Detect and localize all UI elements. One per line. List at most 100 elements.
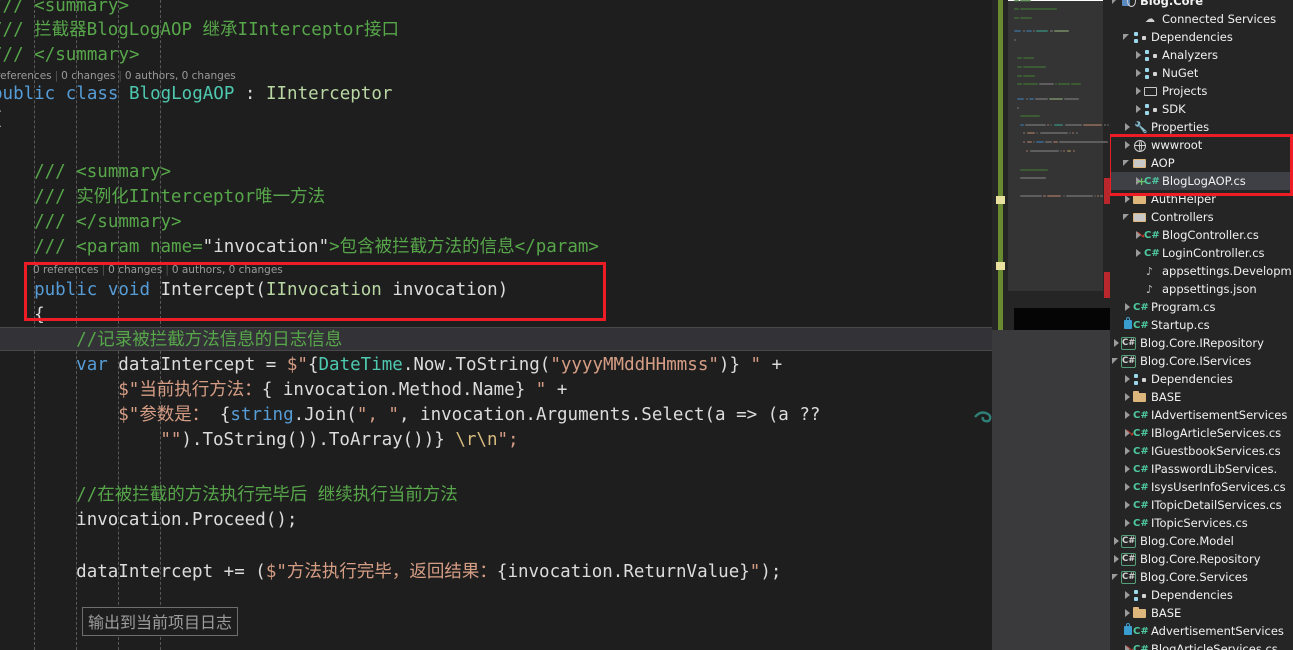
chevron-right-icon[interactable] — [1134, 64, 1143, 82]
codelens-changes[interactable]: 0 changes — [108, 264, 162, 276]
chevron-down-icon[interactable] — [1123, 154, 1132, 172]
tree-item-base[interactable]: BASE — [1110, 388, 1293, 406]
chevron-right-icon[interactable] — [1123, 514, 1132, 532]
code-text-layer[interactable]: /// <summary>/// 拦截器BlogLogAOP 继承IInterc… — [0, 0, 992, 650]
tree-item-dependencies[interactable]: Dependencies — [1110, 370, 1293, 388]
minimap-viewport[interactable] — [1008, 0, 1103, 291]
code-line[interactable]: "").ToString()).ToArray())} \r\n"; — [160, 428, 518, 453]
code-line[interactable]: //在被拦截的方法执行完毕后 继续执行当前方法 — [76, 483, 458, 508]
chevron-right-icon[interactable] — [1123, 118, 1132, 136]
codelens-references[interactable]: 0 references — [0, 70, 52, 82]
tree-item-blog-core-irepository[interactable]: C# Blog.Core.IRepository — [1110, 334, 1293, 352]
chevron-right-icon[interactable] — [1123, 586, 1132, 604]
chevron-right-icon[interactable] — [1123, 406, 1132, 424]
chevron-right-icon[interactable] — [1112, 334, 1121, 352]
tree-item-iguestbookservices-cs[interactable]: C# IGuestbookServices.cs — [1110, 442, 1293, 460]
code-line[interactable]: $"当前执行方法：{ invocation.Method.Name} " + — [118, 378, 567, 403]
tree-item-advertisementservices[interactable]: C# AdvertisementServices — [1110, 622, 1293, 640]
code-line[interactable]: $"参数是： {string.Join(", ", invocation.Arg… — [118, 403, 820, 428]
tree-item-blog-core[interactable]: Blog.Core — [1110, 0, 1293, 10]
tree-item-base[interactable]: BASE — [1110, 604, 1293, 622]
code-line[interactable]: /// <param name="invocation">包含被拦截方法的信息<… — [34, 235, 599, 260]
chevron-right-icon[interactable] — [1134, 100, 1143, 118]
tree-item-wwwroot[interactable]: wwwroot — [1110, 136, 1293, 154]
tree-item-ipasswordlibservices[interactable]: C# IPasswordLibServices. — [1110, 460, 1293, 478]
tree-item-properties[interactable]: 🔧 Properties — [1110, 118, 1293, 136]
tree-item-blogcontroller-cs[interactable]: C# ✓ BlogController.cs — [1110, 226, 1293, 244]
code-line[interactable]: public class BlogLogAOP : IInterceptor — [0, 82, 392, 107]
chevron-right-icon[interactable] — [1112, 532, 1121, 550]
tree-item-sdk[interactable]: SDK — [1110, 100, 1293, 118]
codelens-row[interactable]: 0 references|0 changes|0 authors, 0 chan… — [0, 70, 236, 82]
minimap-panel[interactable] — [992, 0, 1110, 650]
code-line[interactable]: /// </summary> — [0, 43, 140, 68]
chevron-down-icon[interactable] — [1112, 0, 1121, 10]
chevron-down-icon[interactable] — [1123, 208, 1132, 226]
codelens-changes[interactable]: 0 changes — [61, 70, 115, 82]
code-editor[interactable]: /// <summary>/// 拦截器BlogLogAOP 继承IInterc… — [0, 0, 992, 650]
tree-item-startup-cs[interactable]: C# Startup.cs — [1110, 316, 1293, 334]
tree-item-projects[interactable]: Projects — [1110, 82, 1293, 100]
tree-item-blog-core-model[interactable]: C# Blog.Core.Model — [1110, 532, 1293, 550]
chevron-right-icon[interactable] — [1123, 136, 1132, 154]
codelens-authors[interactable]: 0 authors, 0 changes — [125, 70, 236, 82]
tree-item-controllers[interactable]: Controllers — [1110, 208, 1293, 226]
tree-item-logincontroller-cs[interactable]: C# LoginController.cs — [1110, 244, 1293, 262]
chevron-right-icon[interactable] — [1123, 604, 1132, 622]
chevron-right-icon[interactable] — [1123, 460, 1132, 478]
chevron-right-icon[interactable] — [1123, 190, 1132, 208]
code-line[interactable]: /// </summary> — [34, 210, 182, 235]
chevron-down-icon[interactable] — [1123, 28, 1132, 46]
tree-item-blog-core-services[interactable]: C# Blog.Core.Services — [1110, 568, 1293, 586]
code-line[interactable]: var dataIntercept = $"{DateTime.Now.ToSt… — [76, 353, 782, 378]
code-line[interactable]: dataIntercept += ($"方法执行完毕，返回结果：{invocat… — [76, 560, 781, 585]
tree-item-isysuserinfoservices-cs[interactable]: C# IsysUserInfoServices.cs — [1110, 478, 1293, 496]
chevron-right-icon[interactable] — [1134, 244, 1143, 262]
code-token: /// — [0, 45, 24, 65]
tree-item-blogarticleservices-cs[interactable]: C# ✓ BlogArticleServices.cs — [1110, 640, 1293, 650]
tree-item-authhelper[interactable]: AuthHelper — [1110, 190, 1293, 208]
chevron-right-icon[interactable] — [1123, 388, 1132, 406]
chevron-down-icon[interactable] — [1112, 352, 1121, 370]
tree-item-program-cs[interactable]: C# Program.cs — [1110, 298, 1293, 316]
tree-item-bloglogaop-cs[interactable]: C# + BlogLogAOP.cs — [1110, 172, 1293, 190]
codelens-authors[interactable]: 0 authors, 0 changes — [172, 264, 283, 276]
code-line[interactable]: invocation.Proceed(); — [76, 508, 297, 533]
tree-item-appsettings-developm[interactable]: ♪ appsettings.Developm — [1110, 262, 1293, 280]
tree-item-analyzers[interactable]: Analyzers — [1110, 46, 1293, 64]
solution-explorer-panel[interactable]: Blog.Core ☁ Connected Services Dependencies… — [1110, 0, 1293, 650]
chevron-right-icon[interactable] — [1123, 496, 1132, 514]
tree-item-itopicservices-cs[interactable]: C# ITopicServices.cs — [1110, 514, 1293, 532]
code-line[interactable]: { — [0, 107, 3, 132]
chevron-right-icon[interactable] — [1123, 478, 1132, 496]
minimap-code-line — [1064, 124, 1082, 126]
tree-item-itopicdetailservices-cs[interactable]: C# ITopicDetailServices.cs — [1110, 496, 1293, 514]
tree-item-dependencies[interactable]: Dependencies — [1110, 28, 1293, 46]
chevron-right-icon[interactable] — [1134, 46, 1143, 64]
code-line[interactable]: /// <summary> — [0, 0, 129, 19]
chevron-right-icon[interactable] — [1123, 298, 1132, 316]
code-line[interactable]: /// 实例化IInterceptor唯一方法 — [34, 185, 325, 210]
tree-item-iblogarticleservices-cs[interactable]: C# ✓ IBlogArticleServices.cs — [1110, 424, 1293, 442]
tree-item-dependencies[interactable]: Dependencies — [1110, 586, 1293, 604]
chevron-right-icon[interactable] — [1134, 82, 1143, 100]
code-line[interactable]: public void Intercept(IInvocation invoca… — [34, 278, 508, 303]
code-line[interactable]: { — [34, 303, 45, 328]
code-line[interactable]: /// <summary> — [34, 160, 171, 185]
solution-tree[interactable]: Blog.Core ☁ Connected Services Dependencies… — [1110, 0, 1293, 650]
chevron-right-icon[interactable] — [1123, 442, 1132, 460]
chevron-down-icon[interactable] — [1112, 568, 1121, 586]
code-line[interactable]: //记录被拦截方法信息的日志信息 — [76, 328, 342, 353]
tree-item-nuget[interactable]: NuGet — [1110, 64, 1293, 82]
tree-item-blog-core-iservices[interactable]: C# Blog.Core.IServices — [1110, 352, 1293, 370]
tree-item-appsettings-json[interactable]: ♪ appsettings.json — [1110, 280, 1293, 298]
codelens-references[interactable]: 0 references — [33, 264, 99, 276]
codelens-row[interactable]: 0 references|0 changes|0 authors, 0 chan… — [33, 264, 283, 276]
tree-item-iadvertisementservices[interactable]: C# IAdvertisementServices — [1110, 406, 1293, 424]
tree-item-blog-core-repository[interactable]: C# Blog.Core.Repository — [1110, 550, 1293, 568]
tree-item-connected-services[interactable]: ☁ Connected Services — [1110, 10, 1293, 28]
tree-item-aop[interactable]: AOP — [1110, 154, 1293, 172]
chevron-right-icon[interactable] — [1112, 550, 1121, 568]
chevron-right-icon[interactable] — [1123, 370, 1132, 388]
code-line[interactable]: /// 拦截器BlogLogAOP 继承IInterceptor接口 — [0, 18, 399, 43]
